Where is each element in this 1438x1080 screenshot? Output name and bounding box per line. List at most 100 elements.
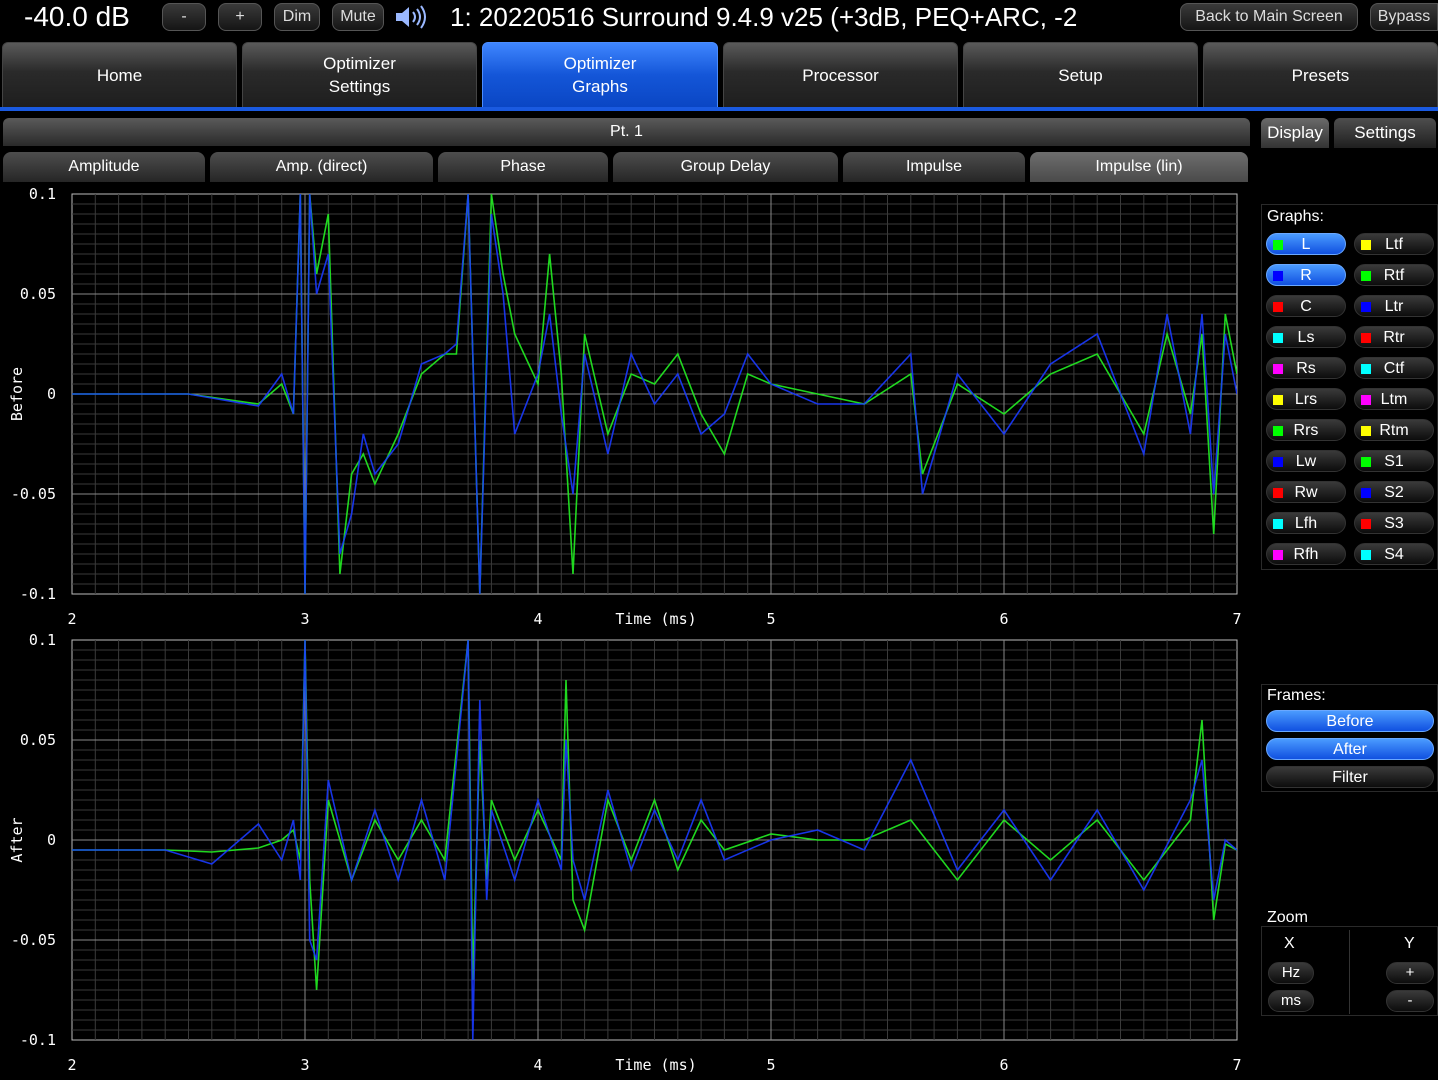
zoom-out-button[interactable]: -: [1386, 990, 1434, 1012]
x-axis-label: Time (ms): [615, 1056, 696, 1074]
dim-button[interactable]: Dim: [274, 3, 320, 31]
channel-button-s4[interactable]: S4: [1354, 543, 1434, 565]
channel-label: C: [1300, 298, 1312, 315]
x-tick-label: 5: [766, 610, 775, 628]
channel-color-swatch: [1361, 426, 1371, 436]
channel-button-rw[interactable]: Rw: [1266, 481, 1346, 503]
channel-button-ltm[interactable]: Ltm: [1354, 388, 1434, 410]
channel-color-swatch: [1361, 364, 1371, 374]
y-tick-label: -0.1: [20, 585, 56, 603]
preset-title: 1: 20220516 Surround 9.4.9 v25 (+3dB, PE…: [450, 2, 1078, 32]
channel-button-rtm[interactable]: Rtm: [1354, 419, 1434, 441]
x-axis-label: Time (ms): [615, 610, 696, 628]
channel-color-swatch: [1273, 550, 1283, 560]
channel-label: S2: [1384, 484, 1404, 501]
channel-label: Rs: [1296, 360, 1316, 377]
zoom-hz-button[interactable]: Hz: [1268, 962, 1314, 984]
y-tick-label: 0: [47, 385, 56, 403]
volume-down-button[interactable]: -: [162, 3, 206, 31]
main-tabs: Home Optimizer Settings Optimizer Graphs…: [0, 42, 1438, 110]
channel-label: R: [1300, 267, 1312, 284]
channel-button-ltr[interactable]: Ltr: [1354, 295, 1434, 317]
frame-filter-button[interactable]: Filter: [1266, 766, 1434, 788]
channel-button-rs[interactable]: Rs: [1266, 357, 1346, 379]
channel-label: Ltm: [1380, 391, 1408, 408]
y-tick-label: 0: [47, 831, 56, 849]
y-tick-label: -0.05: [11, 485, 56, 503]
x-tick-label: 7: [1232, 1056, 1241, 1074]
volume-up-button[interactable]: +: [218, 3, 262, 31]
x-tick-label: 4: [533, 1056, 542, 1074]
tab-optimizer-graphs[interactable]: Optimizer Graphs: [482, 42, 718, 108]
tab-setup[interactable]: Setup: [963, 42, 1198, 108]
channel-label: Lrs: [1294, 391, 1318, 408]
tab-processor[interactable]: Processor: [723, 42, 958, 108]
y-tick-label: 0.1: [29, 186, 56, 203]
tab-presets[interactable]: Presets: [1203, 42, 1438, 108]
channel-color-swatch: [1361, 457, 1371, 467]
channel-button-s2[interactable]: S2: [1354, 481, 1434, 503]
subtab-phase[interactable]: Phase: [438, 152, 608, 182]
tab-display[interactable]: Display: [1261, 118, 1329, 148]
channel-button-rrs[interactable]: Rrs: [1266, 419, 1346, 441]
channel-button-lw[interactable]: Lw: [1266, 450, 1346, 472]
channel-label: Rw: [1294, 484, 1318, 501]
channel-button-r[interactable]: R: [1266, 264, 1346, 286]
channel-button-lrs[interactable]: Lrs: [1266, 388, 1346, 410]
tab-settings[interactable]: Settings: [1334, 118, 1436, 148]
x-tick-label: 2: [67, 1056, 76, 1074]
zoom-x-label: X: [1284, 935, 1295, 952]
tab-home[interactable]: Home: [2, 42, 237, 108]
channel-button-l[interactable]: L: [1266, 233, 1346, 255]
channel-color-swatch: [1273, 488, 1283, 498]
channel-button-rfh[interactable]: Rfh: [1266, 543, 1346, 565]
zoom-in-button[interactable]: +: [1386, 962, 1434, 984]
x-tick-label: 3: [300, 1056, 309, 1074]
channel-color-swatch: [1361, 488, 1371, 498]
y-tick-label: 0.05: [20, 731, 56, 749]
channel-button-ls[interactable]: Ls: [1266, 326, 1346, 348]
subtab-impulse[interactable]: Impulse: [843, 152, 1025, 182]
channel-label: S3: [1384, 515, 1404, 532]
channel-button-rtr[interactable]: Rtr: [1354, 326, 1434, 348]
x-tick-label: 5: [766, 1056, 775, 1074]
channel-color-swatch: [1273, 395, 1283, 405]
channel-button-s1[interactable]: S1: [1354, 450, 1434, 472]
after-graph[interactable]: 0.1 0.05 0 -0.05 -0.1 2 3 4 5 6 7 Time (ms) After: [0, 632, 1250, 1078]
frame-after-button[interactable]: After: [1266, 738, 1434, 760]
subtab-amp-direct[interactable]: Amp. (direct): [210, 152, 433, 182]
tab-label: Home: [96, 65, 143, 85]
subtab-group-delay[interactable]: Group Delay: [613, 152, 838, 182]
subtab-amplitude[interactable]: Amplitude: [3, 152, 205, 182]
channel-color-swatch: [1273, 240, 1283, 250]
subtab-impulse-lin[interactable]: Impulse (lin): [1030, 152, 1248, 182]
channel-color-swatch: [1361, 550, 1371, 560]
channel-label: S1: [1384, 453, 1404, 470]
mute-button[interactable]: Mute: [332, 3, 384, 31]
frame-before-button[interactable]: Before: [1266, 710, 1434, 732]
channel-label: Ltr: [1384, 298, 1404, 315]
channel-color-swatch: [1361, 271, 1371, 281]
channel-button-rtf[interactable]: Rtf: [1354, 264, 1434, 286]
channel-label: S4: [1384, 546, 1404, 563]
channel-button-ltf[interactable]: Ltf: [1354, 233, 1434, 255]
channel-button-s3[interactable]: S3: [1354, 512, 1434, 534]
bypass-button[interactable]: Bypass: [1370, 3, 1438, 31]
x-tick-label: 3: [300, 610, 309, 628]
before-graph[interactable]: 0.1 0.05 0 -0.05 -0.1 2 3 4 5 6 7 Time (ms) Before: [0, 186, 1250, 632]
channel-button-lfh[interactable]: Lfh: [1266, 512, 1346, 534]
speaker-icon[interactable]: [394, 4, 428, 30]
y-tick-label: 0.05: [20, 285, 56, 303]
channel-color-swatch: [1273, 426, 1283, 436]
channel-color-swatch: [1361, 395, 1371, 405]
x-tick-label: 7: [1232, 610, 1241, 628]
channel-label: Rtf: [1383, 267, 1405, 284]
measurement-point-bar[interactable]: Pt. 1: [3, 118, 1250, 146]
channel-color-swatch: [1361, 519, 1371, 529]
zoom-ms-button[interactable]: ms: [1268, 990, 1314, 1012]
back-to-main-button[interactable]: Back to Main Screen: [1180, 3, 1358, 31]
y-axis-label: After: [8, 817, 26, 862]
tab-optimizer-settings[interactable]: Optimizer Settings: [242, 42, 477, 108]
channel-button-ctf[interactable]: Ctf: [1354, 357, 1434, 379]
channel-button-c[interactable]: C: [1266, 295, 1346, 317]
